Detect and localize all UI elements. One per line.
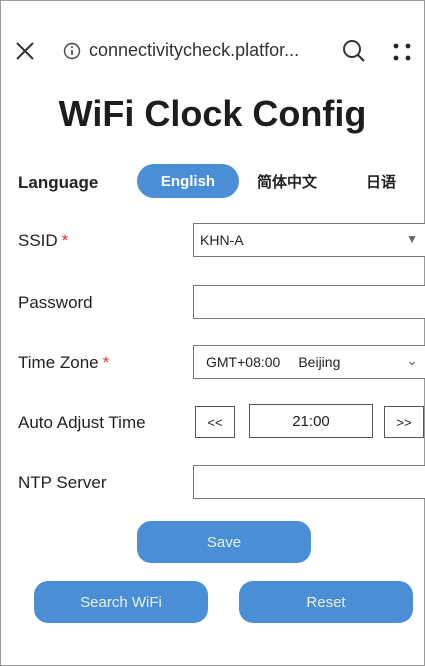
close-icon[interactable]	[13, 39, 37, 63]
language-english-button[interactable]: English	[137, 164, 239, 198]
required-marker: *	[61, 231, 69, 250]
dropdown-caret-icon: ▼	[406, 232, 418, 246]
browser-toolbar: connectivitycheck.platfor...	[1, 29, 424, 75]
ssid-select[interactable]: KHN-A ▼	[193, 223, 425, 257]
info-icon[interactable]	[63, 42, 81, 60]
search-wifi-button[interactable]: Search WiFi	[34, 581, 208, 623]
time-increase-button[interactable]: >>	[384, 406, 424, 438]
app-frame: connectivitycheck.platfor... WiFi Clock …	[0, 0, 425, 666]
save-button[interactable]: Save	[137, 521, 311, 563]
url-text[interactable]: connectivitycheck.platfor...	[89, 40, 299, 61]
password-field[interactable]	[193, 285, 425, 319]
more-icon[interactable]	[391, 41, 413, 63]
ntp-label: NTP Server	[18, 473, 107, 492]
timezone-label: Time Zone *	[18, 353, 110, 372]
ssid-label: SSID *	[18, 231, 69, 250]
reset-button[interactable]: Reset	[239, 581, 413, 623]
password-label: Password	[18, 293, 93, 312]
ntp-server-field[interactable]	[193, 465, 425, 499]
timezone-select[interactable]: GMT+08:00 Beijing ⌄	[193, 345, 425, 379]
time-decrease-button[interactable]: <<	[195, 406, 235, 438]
language-label: Language	[18, 173, 99, 192]
search-icon[interactable]	[341, 38, 367, 64]
ssid-value: KHN-A	[200, 232, 244, 248]
auto-adjust-label: Auto Adjust Time	[18, 413, 146, 432]
chevron-down-icon: ⌄	[406, 352, 418, 368]
time-value[interactable]: 21:00	[249, 404, 373, 438]
required-marker: *	[102, 353, 110, 372]
language-japanese-button[interactable]: 日语	[359, 164, 403, 198]
language-chinese-button[interactable]: 简体中文	[255, 164, 319, 198]
page-title: WiFi Clock Config	[58, 93, 367, 134]
timezone-city: Beijing	[298, 354, 341, 370]
timezone-offset: GMT+08:00	[206, 354, 281, 370]
